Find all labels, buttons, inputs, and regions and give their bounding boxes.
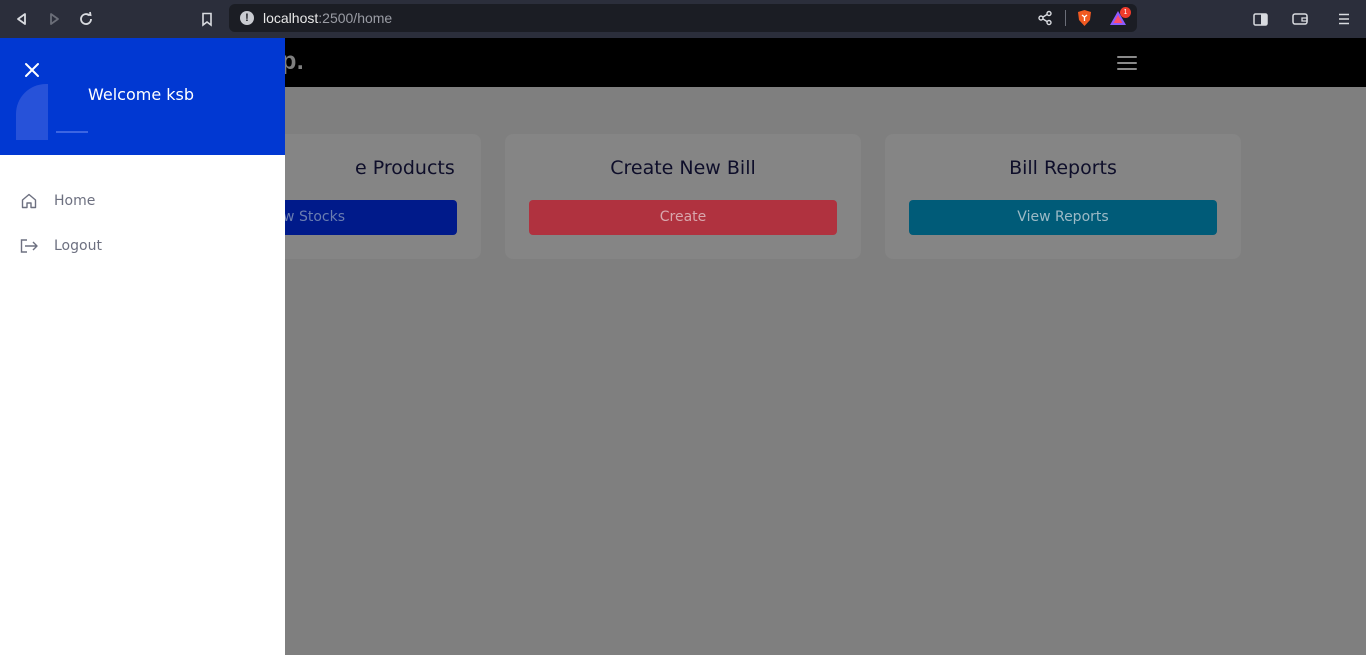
view-reports-button[interactable]: View Reports (909, 200, 1217, 235)
share-icon[interactable] (1037, 10, 1053, 30)
close-icon[interactable] (22, 60, 42, 80)
welcome-text: Welcome ksb (88, 85, 195, 104)
side-drawer: Welcome ksb Home Logout (0, 38, 285, 655)
url-text: localhost:2500/home (263, 10, 393, 26)
logout-icon (18, 235, 40, 257)
brave-shield-icon[interactable] (1076, 9, 1093, 31)
create-button[interactable]: Create (529, 200, 837, 235)
sidebar-toggle-icon[interactable] (1249, 8, 1271, 30)
create-bill-card: Create New Bill Create (505, 134, 861, 259)
notification-badge: 1 (1120, 7, 1131, 18)
card-title: Bill Reports (1009, 157, 1117, 179)
back-icon[interactable] (11, 8, 33, 30)
forward-icon[interactable] (43, 8, 65, 30)
drawer-header: Welcome ksb (0, 38, 285, 155)
menu-item-label: Home (54, 193, 96, 209)
menu-icon[interactable] (1333, 8, 1355, 30)
hamburger-menu-icon[interactable] (1117, 56, 1137, 70)
site-info-icon[interactable]: ! (240, 11, 254, 25)
card-title: Create New Bill (610, 157, 756, 179)
bookmark-icon[interactable] (196, 8, 218, 30)
home-icon (18, 190, 40, 212)
menu-item-logout[interactable]: Logout (18, 234, 268, 258)
address-bar[interactable]: ! localhost:2500/home 1 (229, 4, 1137, 32)
wallet-icon[interactable] (1289, 8, 1311, 30)
url-separator (1065, 10, 1066, 26)
decorative-shape (16, 84, 48, 140)
menu-item-home[interactable]: Home (18, 189, 268, 213)
menu-item-label: Logout (54, 238, 102, 254)
bill-reports-card: Bill Reports View Reports (885, 134, 1241, 259)
reload-icon[interactable] (75, 8, 97, 30)
decorative-line (56, 131, 88, 133)
browser-toolbar: ! localhost:2500/home 1 (0, 0, 1366, 38)
